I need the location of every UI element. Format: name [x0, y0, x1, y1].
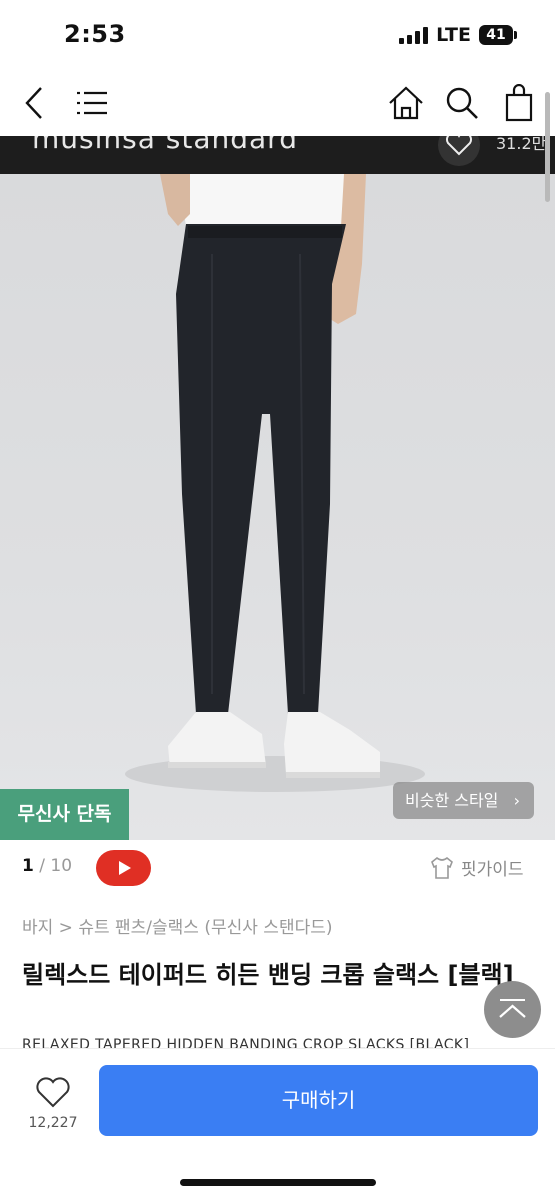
status-bar: 2:53 LTE 41: [0, 0, 555, 72]
status-time: 2:53: [64, 20, 126, 48]
buy-button[interactable]: 구매하기: [99, 1065, 538, 1136]
product-title: 릴렉스드 테이퍼드 히든 밴딩 크롭 슬랙스 [블랙]: [22, 961, 514, 989]
bottom-bar: 12,227 구매하기: [0, 1048, 555, 1200]
pager-sep: /: [33, 856, 51, 876]
brand-like-button[interactable]: [438, 136, 480, 166]
scroll-top-button[interactable]: [484, 981, 541, 1038]
wish-count: 12,227: [28, 1115, 78, 1131]
similar-style-button[interactable]: 비슷한 스타일 ›: [393, 782, 534, 819]
chevron-right-icon: ›: [513, 791, 520, 810]
exclusive-badge: 무신사 단독: [0, 789, 129, 840]
fit-guide-button[interactable]: 핏가이드: [430, 855, 524, 880]
shopping-bag-icon[interactable]: [505, 84, 533, 122]
heart-icon: [36, 1077, 70, 1108]
top-nav: [0, 72, 555, 136]
video-play-button[interactable]: [96, 850, 151, 886]
pager-current: 1: [22, 856, 34, 876]
pager-total: 10: [50, 856, 73, 876]
fit-guide-label: 핏가이드: [461, 860, 524, 880]
similar-style-label: 비슷한 스타일: [405, 791, 499, 810]
search-icon[interactable]: [445, 86, 479, 120]
signal-icon: [399, 26, 429, 44]
brand-like-count: 31.2만: [496, 136, 547, 153]
brand-name[interactable]: musinsa standard: [32, 136, 298, 155]
shirt-icon: [431, 856, 453, 879]
breadcrumb[interactable]: 바지 > 슈트 팬츠/슬랙스 (무신사 스탠다드): [22, 913, 333, 938]
battery-icon: 41: [479, 25, 517, 45]
scrollbar[interactable]: [545, 92, 550, 202]
product-image[interactable]: [0, 174, 555, 840]
chevron-up-icon: [499, 999, 526, 1018]
status-icons: LTE 41: [399, 24, 517, 46]
heart-icon: [445, 136, 473, 156]
hamburger-icon[interactable]: [77, 90, 109, 116]
brand-strip: musinsa standard 31.2만: [0, 136, 555, 174]
wish-button[interactable]: 12,227: [28, 1077, 78, 1131]
chevron-left-icon[interactable]: [22, 86, 46, 120]
home-indicator: [180, 1179, 376, 1186]
home-icon[interactable]: [388, 86, 424, 120]
battery-level: 41: [479, 25, 513, 45]
network-label: LTE: [436, 24, 471, 46]
image-pager: 1 / 10: [22, 856, 72, 876]
model-photo: [125, 174, 425, 792]
